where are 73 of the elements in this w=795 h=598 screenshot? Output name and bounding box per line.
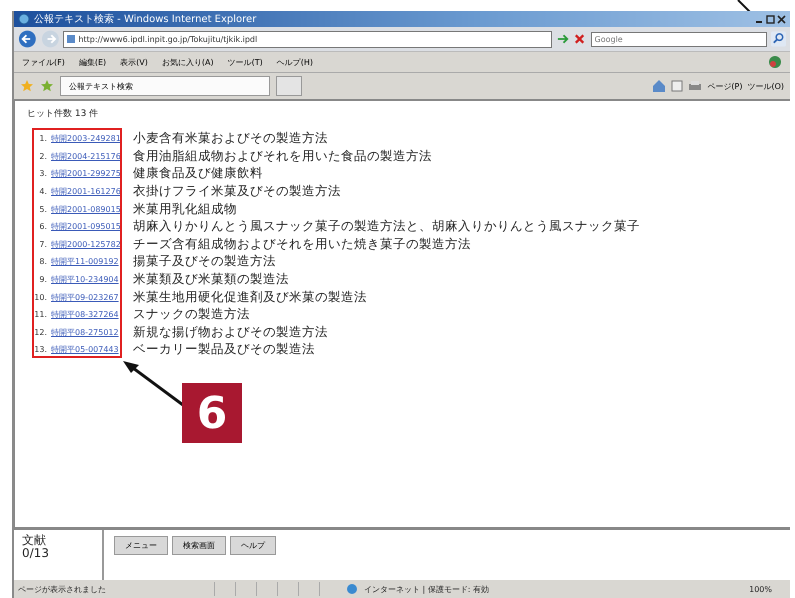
stop-icon[interactable]	[573, 32, 586, 46]
result-title: 胡麻入りかりんとう風スナック菓子の製造方法と、胡麻入りかりんとう風スナック菓子	[133, 218, 640, 236]
patent-link[interactable]: 特開2000-125782	[51, 238, 129, 250]
nav-button[interactable]: ヘルプ	[230, 536, 276, 555]
hit-count: ヒット件数 13 件	[27, 108, 100, 120]
window-title: 公報テキスト検索 - Windows Internet Explorer	[34, 12, 258, 26]
command-menu[interactable]: ツール(O)	[747, 80, 784, 92]
patent-link[interactable]: 特開2001-161276	[51, 186, 129, 198]
pointer-arrow	[123, 359, 185, 407]
patent-link[interactable]: 特開2001-095015	[51, 221, 129, 232]
result-number: 1.	[38, 134, 47, 144]
step-badge: 6	[182, 383, 242, 443]
maximize-icon[interactable]	[766, 14, 775, 24]
menu-item[interactable]: 表示(V)	[120, 56, 148, 68]
patent-link[interactable]: 特開2001-089015	[51, 204, 129, 215]
result-title: 米菓生地用硬化促進剤及び米菓の製造法	[133, 288, 367, 306]
result-number: 8.	[38, 257, 47, 266]
patent-link[interactable]: 特開平08-327264	[51, 309, 129, 320]
search-field[interactable]: Google	[590, 32, 768, 46]
patent-link[interactable]: 特開平08-275012	[51, 326, 129, 338]
patent-link[interactable]: 特開平09-023267	[51, 292, 129, 303]
result-title: 食用油脂組成物およびそれを用いた食品の製造方法	[133, 148, 432, 165]
result-number: 6.	[38, 222, 47, 232]
result-title: 衣掛けフライ米菓及びその製造方法	[133, 183, 341, 200]
menu-item[interactable]: 編集(E)	[78, 56, 106, 68]
home-icon[interactable]	[652, 79, 666, 93]
result-title: 米菓用乳化組成物	[133, 200, 237, 218]
refresh-icon[interactable]	[556, 32, 570, 46]
patent-link[interactable]: 特開2004-215176	[51, 150, 129, 162]
command-menu[interactable]: ページ(P)	[707, 80, 742, 92]
menu-item[interactable]: ツール(T)	[228, 56, 263, 68]
browser-icon	[18, 13, 30, 25]
result-number: 9.	[38, 275, 47, 284]
new-tab-button[interactable]	[276, 76, 302, 96]
print-icon[interactable]	[688, 80, 702, 92]
result-title: チーズ含有組成物およびそれを用いた焼き菓子の製造方法	[133, 236, 471, 253]
nav-button[interactable]: メニュー	[114, 536, 168, 555]
result-number: 11.	[33, 310, 47, 320]
result-title: 新規な揚げ物およびその製造方法	[133, 324, 328, 341]
patent-link[interactable]: 特開平05-007443	[51, 344, 129, 356]
result-number: 2.	[38, 152, 47, 161]
patent-link[interactable]: 特開2001-299275	[51, 168, 129, 180]
menu-item[interactable]: ヘルプ(H)	[276, 56, 313, 68]
result-title: 小麦含有米菓およびその製造方法	[133, 130, 328, 148]
search-icon[interactable]	[771, 31, 786, 47]
result-number: 10.	[33, 292, 47, 302]
result-title: スナックの製造方法	[133, 306, 250, 324]
document-label: 文献	[22, 534, 47, 548]
patent-link[interactable]: 特開平11-009192	[51, 256, 129, 268]
result-title: ベーカリー製品及びその製造法	[133, 341, 315, 358]
result-title: 健康食品及び健康飲料	[133, 165, 263, 182]
close-icon[interactable]	[777, 14, 786, 24]
favorites-star-icon[interactable]	[20, 79, 34, 93]
menu-item[interactable]: お気に入り(A)	[162, 56, 214, 68]
address-field[interactable]: http://www6.ipdl.inpit.go.jp/Tokujitu/tjkik.ipdl	[63, 30, 552, 48]
browser-tab[interactable]: 公報テキスト検索	[60, 76, 270, 96]
result-number: 4.	[38, 187, 47, 196]
status-text: ページが表示されました	[18, 584, 107, 594]
menu-item[interactable]: ファイル(F)	[22, 56, 65, 68]
patent-link[interactable]: 特開平10-234904	[51, 274, 129, 286]
result-number: 12.	[33, 328, 47, 337]
back-icon[interactable]	[18, 29, 37, 49]
result-title: 揚菓子及びその製造方法	[133, 253, 276, 270]
result-title: 米菓類及び米菓類の製造法	[133, 271, 289, 288]
result-number: 13.	[33, 345, 47, 354]
nav-button[interactable]: 検索画面	[172, 536, 226, 555]
result-number: 7.	[38, 240, 47, 249]
result-number: 5.	[38, 204, 47, 214]
document-count: 0/13	[22, 547, 50, 560]
patent-link[interactable]: 特開2003-249281	[51, 133, 129, 144]
result-number: 3.	[38, 169, 47, 178]
zoom-level[interactable]: 100%	[749, 584, 772, 594]
security-zone: インターネット | 保護モード: 有効	[364, 584, 490, 594]
